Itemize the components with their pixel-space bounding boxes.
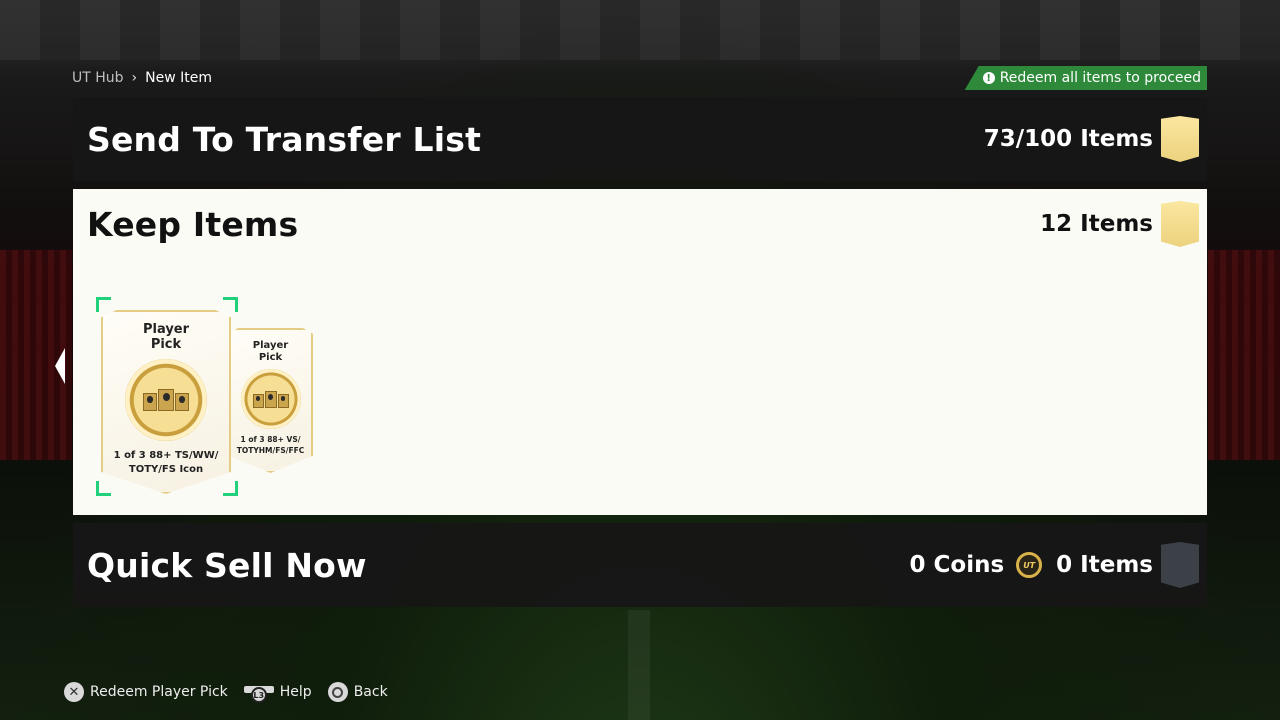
selection-bracket <box>96 481 111 496</box>
transfer-list-title: Send To Transfer List <box>87 119 482 159</box>
selection-bracket <box>96 297 111 312</box>
card-description-line: TOTY/FS Icon <box>128 464 204 476</box>
back-hint[interactable]: Back <box>327 682 388 702</box>
cross-button-icon: ✕ <box>64 682 84 702</box>
scroll-left-arrow-icon[interactable] <box>55 348 65 384</box>
player-pick-medal-icon <box>240 369 301 429</box>
selection-bracket <box>223 481 238 496</box>
card-title-line: Player <box>252 340 289 351</box>
card-title-line: Pick <box>258 351 283 363</box>
keep-items-title: Keep Items <box>87 205 299 244</box>
card-description-line: TOTYHM/FS/FFC <box>236 445 305 455</box>
stadium-roof-background <box>0 0 1280 60</box>
breadcrumb: UT Hub › New Item <box>72 70 212 86</box>
help-hint[interactable]: L3 Help <box>243 682 312 703</box>
quick-sell-coins: 0 Coins <box>909 552 1005 578</box>
card-description-line: 1 of 3 88+ VS/ <box>240 435 301 444</box>
breadcrumb-current: New Item <box>145 70 213 86</box>
quick-sell-count: 0 Items <box>1056 552 1153 578</box>
chevron-right-icon: › <box>131 70 138 86</box>
selection-bracket <box>223 297 238 312</box>
redeem-player-pick-hint[interactable]: ✕ Redeem Player Pick <box>64 682 228 702</box>
redeem-notice-text: Redeem all items to proceed <box>999 70 1201 86</box>
player-pick-card[interactable]: Player Pick 1 of 3 88+ VS/ TOTYHM/FS/FFC <box>228 328 313 473</box>
pitch-line <box>628 610 650 720</box>
card-description-line: 1 of 3 88+ TS/WW/ <box>113 449 219 461</box>
gold-shield-icon <box>1161 116 1199 162</box>
gold-shield-icon <box>1161 201 1199 247</box>
send-to-transfer-list-button[interactable]: Send To Transfer List 73/100 Items <box>73 97 1207 181</box>
breadcrumb-root: UT Hub <box>72 70 124 86</box>
keep-items-count: 12 Items <box>1040 211 1153 237</box>
transfer-list-count: 73/100 Items <box>983 126 1153 152</box>
stadium-stand-right <box>1208 250 1280 460</box>
player-pick-card-selected[interactable]: Player Pick 1 of 3 88+ TS/WW/ TOTY/FS Ic… <box>101 310 231 494</box>
card-title-line: Player <box>142 322 190 337</box>
quick-sell-now-button[interactable]: Quick Sell Now 0 Coins UT 0 Items <box>73 523 1207 607</box>
l3-button-icon: L3 <box>243 682 274 703</box>
grey-shield-icon <box>1161 542 1199 588</box>
hint-label: Redeem Player Pick <box>90 684 228 700</box>
hint-label: Help <box>279 684 312 700</box>
coin-icon: UT <box>1016 552 1043 578</box>
card-title-line: Pick <box>150 336 182 352</box>
exclamation-icon: ! <box>982 72 995 84</box>
button-hints-bar: ✕ Redeem Player Pick L3 Help Back <box>64 682 404 703</box>
quick-sell-title: Quick Sell Now <box>87 545 367 585</box>
hint-label: Back <box>353 684 388 700</box>
player-pick-medal-icon <box>125 358 207 441</box>
redeem-notice-banner: ! Redeem all items to proceed <box>964 66 1207 90</box>
circle-button-icon <box>327 682 348 702</box>
